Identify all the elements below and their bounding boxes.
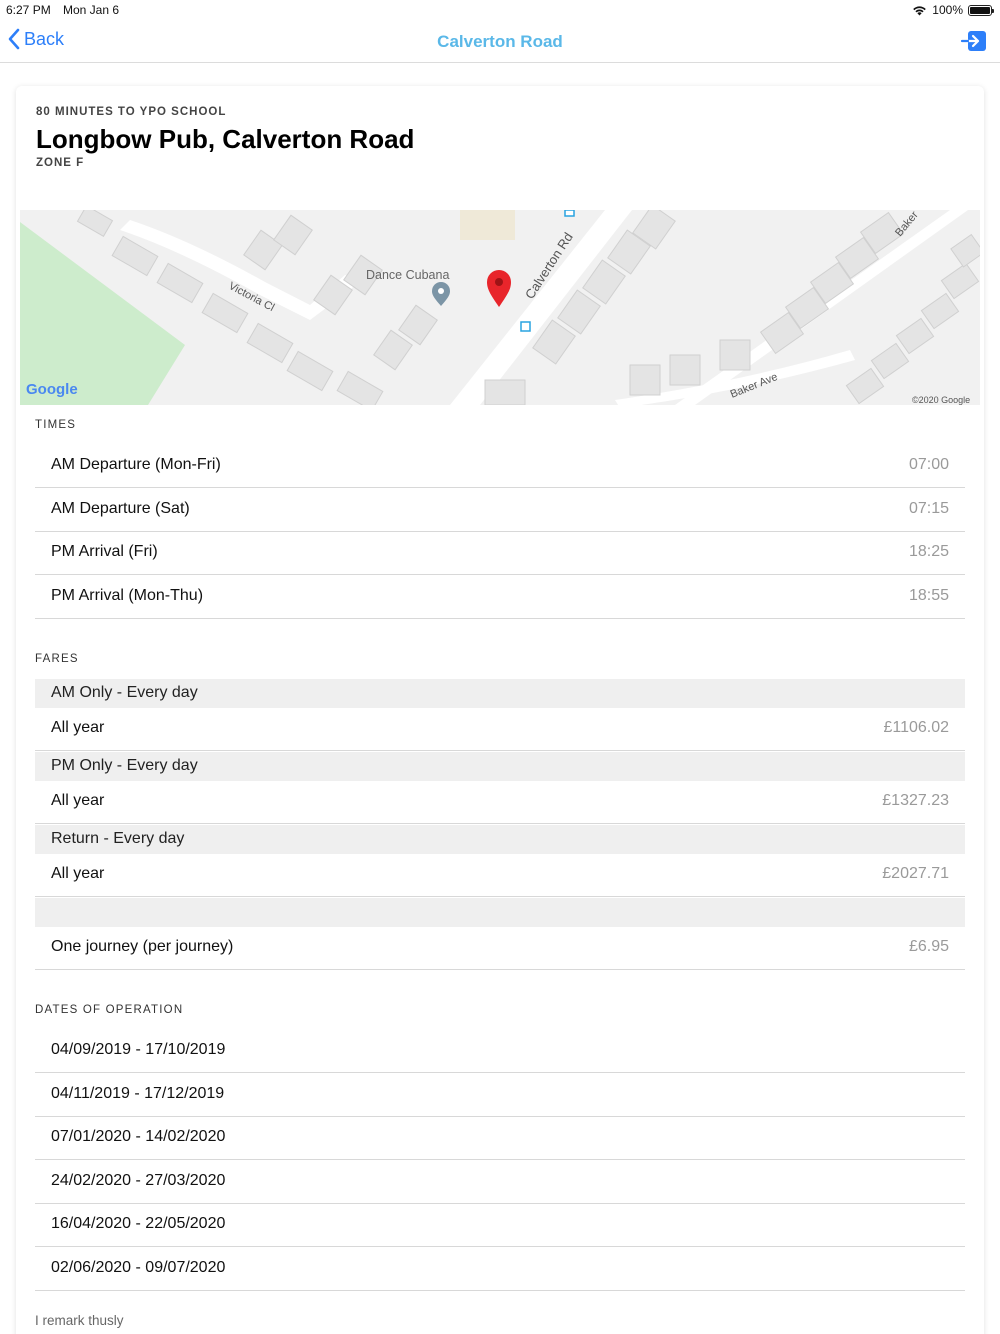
navigation-bar: Back Calverton Road xyxy=(0,22,1000,63)
google-logo: Google xyxy=(26,381,78,398)
remarks-text: I remark thusly xyxy=(35,1313,124,1328)
sign-in-button[interactable] xyxy=(960,29,988,53)
time-row-value: 18:25 xyxy=(908,543,949,560)
time-row-value: 07:15 xyxy=(908,499,949,517)
time-row[interactable]: AM Departure (Mon-Fri) 07:00 xyxy=(35,445,965,488)
zone-label: ZONE F xyxy=(36,157,85,169)
fare-row-value: £6.95 xyxy=(908,938,949,955)
map-canvas: Victoria Cl Calverton Rd Baker Ave Baker… xyxy=(20,210,980,405)
time-row[interactable]: AM Departure (Sat) 07:15 xyxy=(35,489,965,532)
fare-row[interactable]: One journey (per journey) £6.95 xyxy=(35,927,965,970)
dates-section-label: DATES OF OPERATION xyxy=(35,1004,184,1016)
battery-icon xyxy=(968,4,994,16)
status-date: Mon Jan 6 xyxy=(63,3,120,17)
map-place-label: Dance Cubana xyxy=(366,268,449,282)
time-row[interactable]: PM Arrival (Mon-Thu) 18:55 xyxy=(35,576,965,619)
time-row-label: AM Departure (Mon-Fri) xyxy=(51,456,221,473)
fare-group-header: AM Only - Every day xyxy=(35,679,965,708)
page-title: Calverton Road xyxy=(437,32,563,51)
fare-row-value: £1327.23 xyxy=(882,792,949,809)
time-row-value: 18:55 xyxy=(908,586,949,604)
times-section-label: TIMES xyxy=(35,419,77,431)
sign-in-arrow-icon xyxy=(960,31,986,51)
fare-row[interactable]: All year £1106.02 xyxy=(35,708,965,751)
battery-percent: 100% xyxy=(932,3,963,17)
fare-group-title: Return - Every day xyxy=(51,830,185,847)
wifi-icon xyxy=(913,5,927,15)
fare-row-label: All year xyxy=(51,792,105,809)
fares-section-label: FARES xyxy=(35,653,79,665)
fare-row[interactable]: All year £2027.71 xyxy=(35,854,965,897)
date-range-row-label: 04/09/2019 - 17/10/2019 xyxy=(51,1041,226,1058)
fare-row-value: £2027.71 xyxy=(882,865,949,882)
time-row-value: 07:00 xyxy=(908,456,949,473)
date-range-row[interactable]: 24/02/2020 - 27/03/2020 xyxy=(35,1161,965,1204)
map-view[interactable]: Victoria Cl Calverton Rd Baker Ave Baker… xyxy=(20,210,980,405)
fare-row-label: All year xyxy=(51,719,105,736)
time-row-label: AM Departure (Sat) xyxy=(51,499,190,517)
fare-group-header: PM Only - Every day xyxy=(35,752,965,781)
time-row-label: PM Arrival (Fri) xyxy=(51,543,158,560)
fare-row-value: £1106.02 xyxy=(883,719,949,736)
status-time: 6:27 PM xyxy=(6,3,51,17)
date-range-row-label: 24/02/2020 - 27/03/2020 xyxy=(51,1171,226,1189)
date-range-row-label: 02/06/2020 - 09/07/2020 xyxy=(51,1258,226,1276)
travel-time-label: 80 MINUTES TO YPO SCHOOL xyxy=(36,106,227,118)
date-range-row-label: 04/11/2019 - 17/12/2019 xyxy=(51,1084,225,1102)
date-range-row[interactable]: 04/11/2019 - 17/12/2019 xyxy=(35,1074,965,1117)
time-row-label: PM Arrival (Mon-Thu) xyxy=(51,586,204,604)
date-range-row[interactable]: 04/09/2019 - 17/10/2019 xyxy=(35,1030,965,1073)
fare-row[interactable]: All year £1327.23 xyxy=(35,781,965,824)
date-range-row-label: 07/01/2020 - 14/02/2020 xyxy=(51,1128,226,1145)
stop-title: Longbow Pub, Calverton Road xyxy=(36,124,415,154)
map-copyright: ©2020 Google xyxy=(912,395,970,405)
date-range-row-label: 16/04/2020 - 22/05/2020 xyxy=(51,1215,226,1232)
fare-group-header xyxy=(35,898,965,927)
date-range-row[interactable]: 02/06/2020 - 09/07/2020 xyxy=(35,1248,965,1291)
fare-group-header: Return - Every day xyxy=(35,825,965,854)
fare-row-label: One journey (per journey) xyxy=(51,938,234,955)
card-header: 80 MINUTES TO YPO SCHOOL Longbow Pub, Ca… xyxy=(36,106,414,169)
date-range-row[interactable]: 16/04/2020 - 22/05/2020 xyxy=(35,1204,965,1247)
date-range-row[interactable]: 07/01/2020 - 14/02/2020 xyxy=(35,1117,965,1160)
fare-group-title: PM Only - Every day xyxy=(51,757,198,774)
status-indicators: 100% xyxy=(912,3,994,17)
status-bar: 6:27 PM Mon Jan 6 100% xyxy=(0,0,1000,22)
time-row[interactable]: PM Arrival (Fri) 18:25 xyxy=(35,532,965,575)
fare-group-title: AM Only - Every day xyxy=(51,684,198,701)
fare-row-label: All year xyxy=(51,865,105,882)
